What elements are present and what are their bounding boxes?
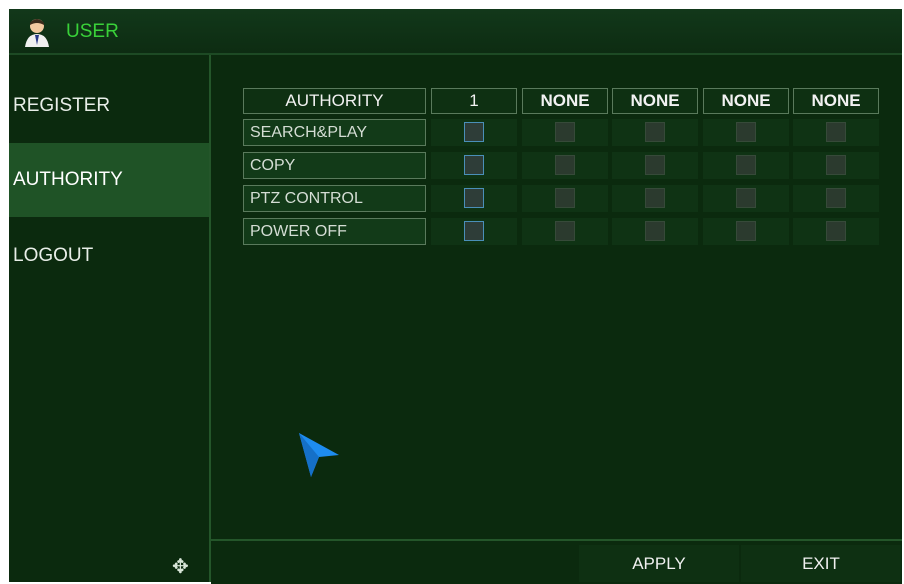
user-column-header: NONE (612, 88, 698, 114)
apply-button[interactable]: APPLY (579, 545, 739, 582)
permission-cell (431, 218, 517, 245)
dvr-screen: USER REGISTER AUTHORITY LOGOUT ✥ AUTHORI… (9, 9, 902, 584)
permission-checkbox[interactable] (826, 221, 846, 241)
window-title: USER (66, 21, 119, 42)
permission-checkbox[interactable] (555, 188, 575, 208)
title-bar: USER (9, 9, 902, 55)
permission-checkbox[interactable] (555, 221, 575, 241)
sidebar-item-authority[interactable]: AUTHORITY (9, 143, 209, 217)
permission-checkbox[interactable] (645, 155, 665, 175)
permission-cell (703, 119, 789, 146)
sidebar-item-register[interactable]: REGISTER (9, 69, 209, 143)
mouse-cursor-icon (299, 433, 339, 477)
permission-cell (793, 218, 879, 245)
permission-checkbox[interactable] (826, 188, 846, 208)
permission-checkbox[interactable] (736, 221, 756, 241)
permission-cell (431, 119, 517, 146)
permission-cell (703, 152, 789, 179)
permission-cell (793, 119, 879, 146)
permission-cell (522, 152, 608, 179)
permission-cell (612, 185, 698, 212)
permission-label-search-play: SEARCH&PLAY (243, 119, 426, 146)
permission-checkbox[interactable] (464, 221, 484, 241)
permission-checkbox[interactable] (645, 122, 665, 142)
permission-label-ptz-control: PTZ CONTROL (243, 185, 426, 212)
permission-cell (612, 152, 698, 179)
permission-cell (793, 185, 879, 212)
permission-checkbox[interactable] (555, 155, 575, 175)
move-arrows-icon[interactable]: ✥ (172, 554, 189, 579)
permission-checkbox[interactable] (826, 122, 846, 142)
permission-cell (612, 119, 698, 146)
permission-cell (431, 152, 517, 179)
permission-cell (522, 218, 608, 245)
permission-label-power-off: POWER OFF (243, 218, 426, 245)
permission-cell (793, 152, 879, 179)
permission-cell (522, 119, 608, 146)
permission-checkbox[interactable] (736, 155, 756, 175)
user-column-header: NONE (703, 88, 789, 114)
permission-checkbox[interactable] (645, 221, 665, 241)
user-column-header: NONE (522, 88, 608, 114)
bottom-bar: APPLY EXIT (211, 539, 902, 584)
permission-cell (703, 185, 789, 212)
permission-checkbox[interactable] (464, 122, 484, 142)
permission-checkbox[interactable] (645, 188, 665, 208)
permission-checkbox[interactable] (826, 155, 846, 175)
user-column-header: 1 (431, 88, 517, 114)
exit-button[interactable]: EXIT (741, 545, 901, 582)
permission-checkbox[interactable] (736, 122, 756, 142)
sidebar-item-logout[interactable]: LOGOUT (9, 219, 209, 293)
permission-checkbox[interactable] (555, 122, 575, 142)
permission-cell (612, 218, 698, 245)
authority-header: AUTHORITY (243, 88, 426, 114)
permission-checkbox[interactable] (736, 188, 756, 208)
permission-checkbox[interactable] (464, 188, 484, 208)
user-icon (25, 19, 49, 47)
permission-label-copy: COPY (243, 152, 426, 179)
user-column-header: NONE (793, 88, 879, 114)
permission-cell (522, 185, 608, 212)
permission-cell (431, 185, 517, 212)
sidebar: REGISTER AUTHORITY LOGOUT ✥ (9, 55, 211, 582)
permission-checkbox[interactable] (464, 155, 484, 175)
permission-cell (703, 218, 789, 245)
